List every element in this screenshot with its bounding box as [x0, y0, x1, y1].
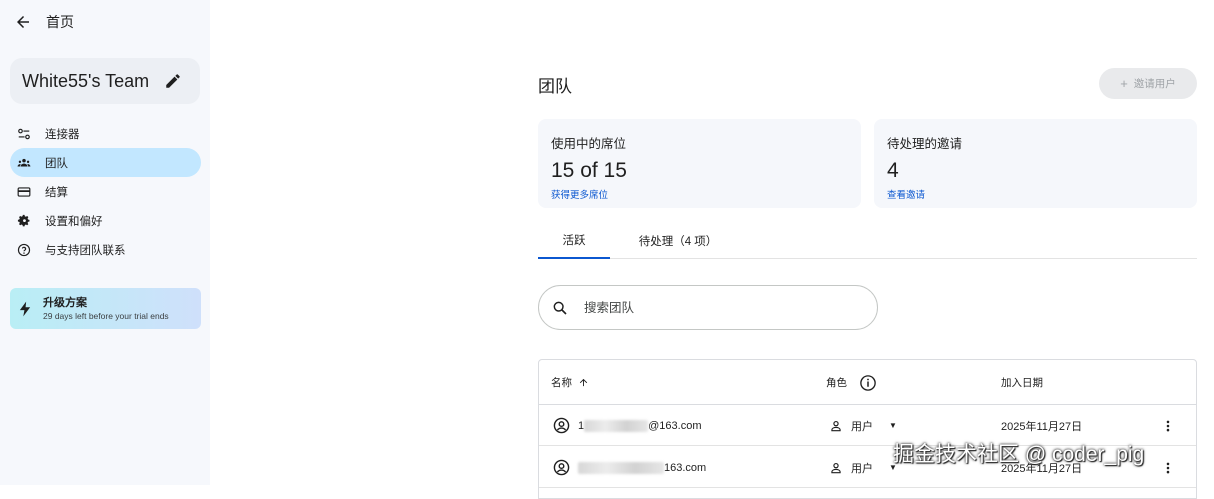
get-more-seats-link[interactable]: 获得更多席位	[551, 187, 848, 201]
seats-in-use-card: 使用中的席位 15 of 15 获得更多席位	[538, 119, 861, 208]
invite-user-label: 邀请用户	[1133, 78, 1176, 90]
role-label: 用户	[851, 420, 873, 433]
email-domain: @163.com	[648, 419, 702, 432]
email-domain: 163.com	[664, 461, 707, 474]
redacted-email	[578, 461, 664, 474]
plus-icon: +	[1120, 76, 1128, 91]
stat-value: 4	[887, 159, 899, 182]
info-icon[interactable]	[859, 374, 877, 392]
sidebar-item-label: 连接器	[45, 128, 80, 141]
lightning-bolt-icon	[19, 301, 31, 316]
back-to-home-link[interactable]: 首页	[14, 10, 74, 34]
sidebar-item-label: 设置和偏好	[45, 215, 103, 228]
column-header-role: 角色	[826, 360, 877, 405]
role-dropdown[interactable]: 用户 ▼	[829, 405, 897, 446]
stat-label: 待处理的邀请	[887, 137, 963, 151]
sidebar-item-support[interactable]: 与支持团队联系	[10, 235, 201, 264]
sidebar-item-settings[interactable]: 设置和偏好	[10, 206, 201, 235]
invite-user-button[interactable]: + 邀请用户	[1099, 68, 1197, 99]
sort-ascending-arrow-icon	[579, 378, 588, 387]
account-circle-icon	[553, 459, 570, 476]
member-name-cell: 1 @163.com	[553, 405, 701, 446]
sidebar-item-label: 结算	[45, 186, 68, 199]
sidebar-item-billing[interactable]: 结算	[10, 177, 201, 206]
column-header-joined-date[interactable]: 加入日期	[1001, 360, 1043, 405]
member-tabs: 活跃 待处理（4 项）	[538, 222, 1197, 259]
members-table: 名称 角色 加入日期 1 @163.com 用户 ▼ 2025年11月27日 1…	[538, 359, 1197, 499]
more-options-icon[interactable]	[1161, 447, 1175, 488]
role-label: 用户	[851, 462, 873, 475]
tab-label: 待处理（4 项）	[638, 235, 718, 248]
team-name-card: White55's Team	[10, 58, 200, 104]
sidebar-item-label: 团队	[45, 157, 68, 170]
sidebar-item-label: 与支持团队联系	[45, 244, 126, 257]
help-icon	[17, 243, 31, 257]
sidebar-nav: 连接器 团队 结算 设置和偏好 与支持团队联系	[10, 119, 201, 264]
search-icon	[553, 301, 567, 315]
role-dropdown[interactable]: 用户 ▼	[829, 447, 897, 488]
column-header-name[interactable]: 名称	[551, 360, 589, 405]
account-circle-icon	[553, 417, 570, 434]
sidebar-item-team[interactable]: 团队	[10, 148, 201, 177]
edit-pencil-icon[interactable]	[164, 72, 182, 90]
back-label: 首页	[46, 14, 74, 30]
search-team-box	[538, 285, 878, 330]
person-icon	[831, 420, 841, 431]
team-name: White55's Team	[22, 70, 150, 91]
trial-remaining-text: 29 days left before your trial ends	[43, 310, 169, 321]
upgrade-plan-card[interactable]: 升级方案 29 days left before your trial ends	[10, 288, 201, 329]
pending-invites-card: 待处理的邀请 4 查看邀请	[874, 119, 1197, 208]
member-name-cell: 163.com	[553, 447, 706, 488]
person-icon	[831, 462, 841, 473]
arrow-left-icon	[17, 16, 29, 28]
redacted-email	[584, 419, 649, 432]
view-invites-link[interactable]: 查看邀请	[887, 187, 1184, 201]
stat-value: 15 of 15	[551, 159, 627, 182]
gear-icon	[17, 214, 31, 228]
page-title: 团队	[538, 77, 572, 96]
tab-label: 活跃	[562, 234, 586, 247]
search-input[interactable]	[582, 299, 842, 316]
watermark: 掘金技术社区 @ coder_pig	[893, 443, 1145, 466]
sidebar: 首页 White55's Team 连接器 团队 结算 设置和偏好 与支持团队联…	[0, 0, 210, 485]
upgrade-title: 升级方案	[43, 296, 87, 309]
caret-down-icon: ▼	[889, 421, 897, 430]
credit-card-icon	[17, 185, 31, 199]
tab-pending[interactable]: 待处理（4 项）	[620, 222, 736, 259]
tab-active[interactable]: 活跃	[538, 222, 610, 259]
team-icon	[17, 156, 31, 170]
stat-label: 使用中的席位	[551, 137, 627, 151]
table-header: 名称 角色 加入日期	[539, 360, 1196, 405]
more-options-icon[interactable]	[1161, 405, 1175, 446]
sidebar-item-connectors[interactable]: 连接器	[10, 119, 201, 148]
connector-icon	[17, 127, 31, 141]
